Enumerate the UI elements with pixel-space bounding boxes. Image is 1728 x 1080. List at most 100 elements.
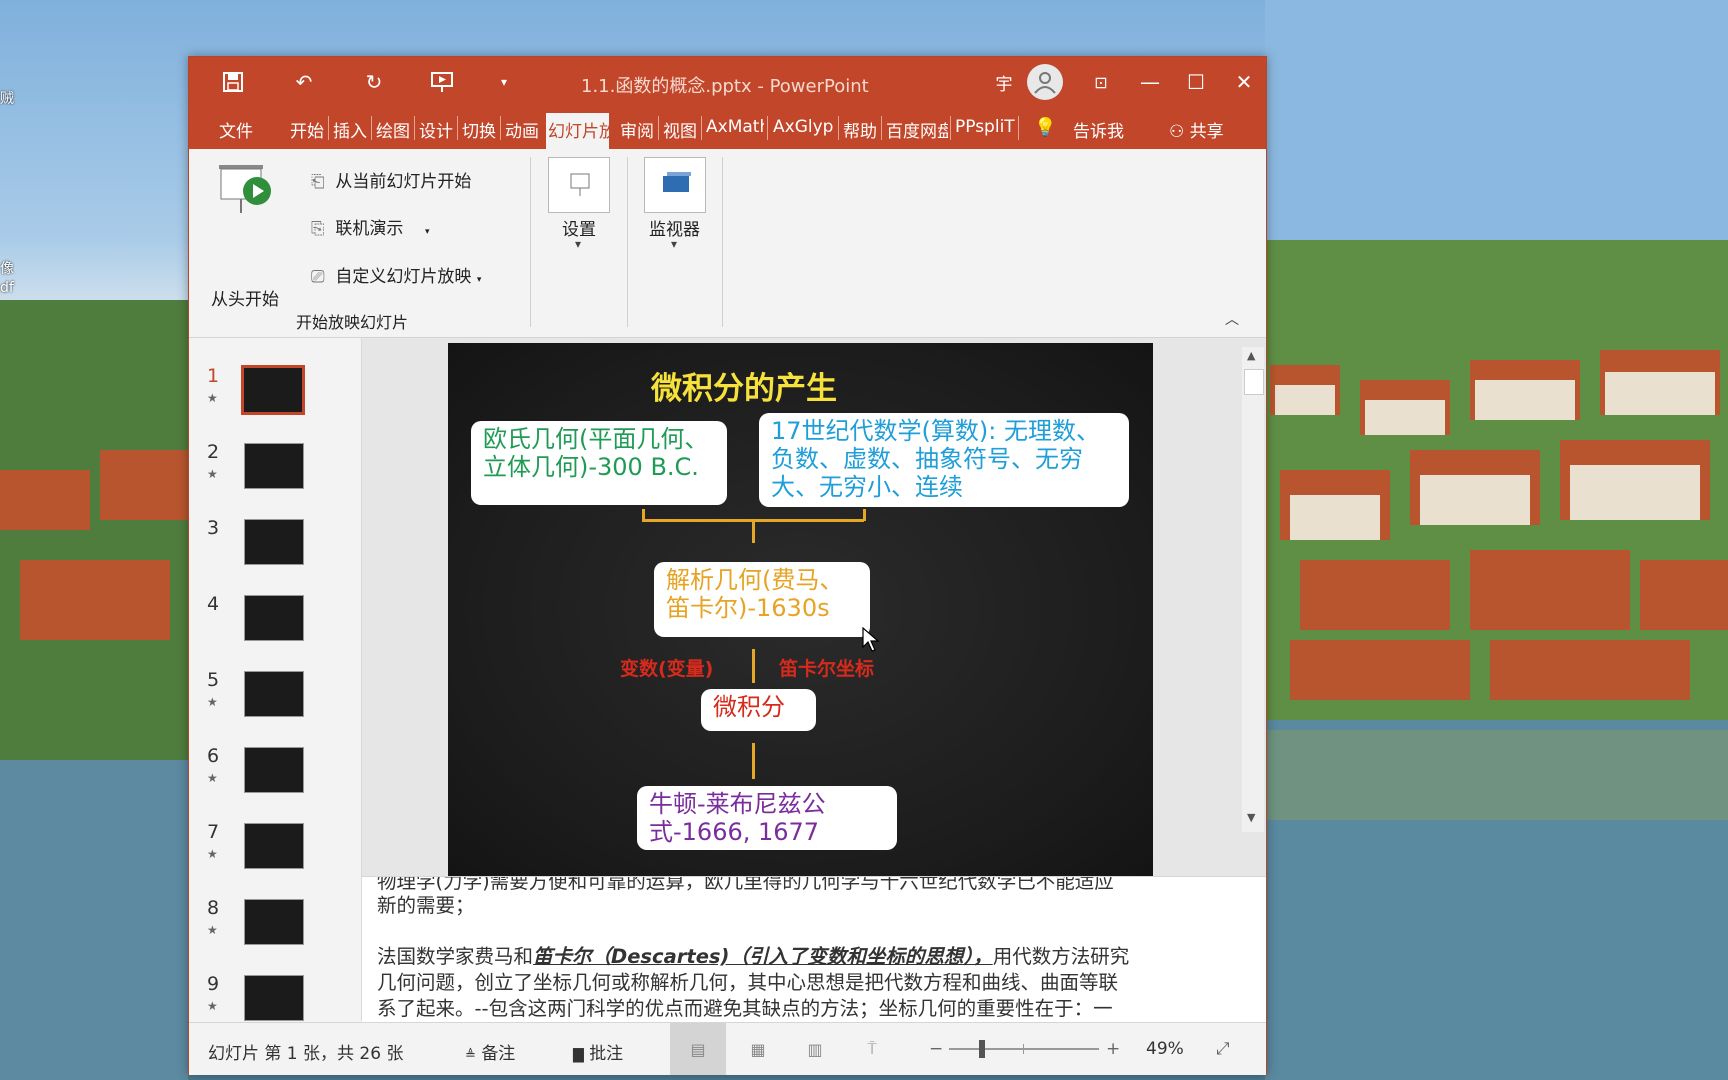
- share-button[interactable]: ⚇ 共享: [1169, 117, 1224, 142]
- zoom-in-icon[interactable]: +: [1106, 1039, 1120, 1059]
- thumbnail-image[interactable]: [244, 443, 304, 489]
- custom-show-icon: ⎚: [311, 267, 325, 287]
- thumbnail-image[interactable]: [241, 365, 305, 415]
- tab-divider: [1018, 116, 1019, 140]
- thumbnail-item[interactable]: 2 ★: [189, 441, 361, 517]
- thumbnail-number: 8: [207, 897, 220, 919]
- notes-pane[interactable]: 物理学(力学)需要方便和可靠的运算，欧几里得的几何学与十六世纪代数学已不能适应 …: [362, 876, 1266, 1022]
- star-icon: ★: [207, 999, 218, 1013]
- analytic-geometry-box: 解析几何(费马、笛卡尔)-1630s: [654, 562, 870, 637]
- tab-review[interactable]: 审阅: [620, 117, 654, 142]
- thumbnail-image[interactable]: [244, 519, 304, 565]
- online-present-button[interactable]: ⎘ 联机演示 ▾: [311, 214, 430, 239]
- setup-button[interactable]: [548, 157, 610, 213]
- thumbnail-image[interactable]: [244, 975, 304, 1021]
- thumbnail-image[interactable]: [244, 747, 304, 793]
- tab-axglyph[interactable]: AxGlyp: [773, 117, 833, 137]
- minimize-icon[interactable]: —: [1135, 67, 1165, 97]
- thumbnail-item[interactable]: 4: [189, 593, 361, 669]
- thumbnail-image[interactable]: [244, 595, 304, 641]
- editor-scrollbar[interactable]: ▲ ▼: [1242, 347, 1264, 832]
- tab-draw[interactable]: 绘图: [376, 117, 410, 142]
- thumbnail-item[interactable]: 8 ★: [189, 897, 361, 973]
- scroll-down-icon[interactable]: ▼: [1247, 811, 1255, 824]
- thumbnail-item[interactable]: 3: [189, 517, 361, 593]
- notes-icon: ≜: [465, 1048, 476, 1063]
- tab-baidu[interactable]: 百度网盘: [886, 117, 948, 142]
- tab-divider: [658, 116, 659, 140]
- title-bar: ↶ ↻ ▾ 1.1.函数的概念.pptx - PowerPoint 宇 ⊡ — …: [189, 57, 1266, 107]
- tab-divider: [701, 116, 702, 140]
- tab-help[interactable]: 帮助: [843, 117, 877, 142]
- comments-button[interactable]: ▇ 批注: [573, 1039, 623, 1064]
- tab-design[interactable]: 设计: [419, 117, 453, 142]
- online-label: 联机演示: [335, 219, 404, 239]
- scroll-thumb[interactable]: [1244, 369, 1264, 395]
- thumbnail-image[interactable]: [244, 823, 304, 869]
- setup-icon: [570, 173, 590, 196]
- present-icon[interactable]: [427, 67, 457, 97]
- customize-qat-icon[interactable]: ▾: [489, 67, 519, 97]
- thumbnail-image[interactable]: [244, 899, 304, 945]
- notes-line: 系了起来。--包含这两门科学的优点而避免其缺点的方法；坐标几何的重要性在于：一: [377, 997, 1113, 1020]
- zoom-level[interactable]: 49%: [1146, 1039, 1184, 1059]
- zoom-slider-thumb[interactable]: [979, 1040, 985, 1058]
- avatar-icon[interactable]: [1027, 64, 1063, 100]
- maximize-icon[interactable]: ☐: [1181, 67, 1211, 97]
- slide-sorter-button[interactable]: ▦: [730, 1023, 786, 1075]
- scroll-up-icon[interactable]: ▲: [1247, 349, 1255, 362]
- tab-insert[interactable]: 插入: [333, 117, 367, 142]
- zoom-slider[interactable]: [949, 1040, 1099, 1058]
- notes-text: 法国数学家费马和: [377, 945, 534, 968]
- notes-text: 用代数方法研究: [992, 945, 1130, 968]
- thumbnail-item[interactable]: 7 ★: [189, 821, 361, 897]
- from-beginning-button[interactable]: [213, 161, 283, 241]
- tab-view[interactable]: 视图: [663, 117, 697, 142]
- thumbnail-image[interactable]: [244, 671, 304, 717]
- calculus-box: 微积分: [701, 689, 816, 731]
- zoom-out-icon[interactable]: −: [929, 1039, 943, 1059]
- tab-transitions[interactable]: 切换: [462, 117, 496, 142]
- monitor-button[interactable]: [644, 157, 706, 213]
- slide-thumbnail-pane: 1 ★ 2 ★ 3 4 5 ★ 6 ★ 7 ★ 8 ★ 9 ★: [189, 338, 362, 1021]
- fit-to-window-icon[interactable]: ⤢: [1216, 1039, 1230, 1059]
- thumbnail-item[interactable]: 6 ★: [189, 745, 361, 821]
- tab-home[interactable]: 开始: [290, 117, 324, 142]
- star-icon: ★: [207, 847, 218, 861]
- tell-me-box[interactable]: 告诉我: [1073, 117, 1124, 142]
- close-icon[interactable]: ✕: [1229, 67, 1259, 97]
- tab-file[interactable]: 文件: [219, 117, 253, 142]
- tab-divider: [414, 116, 415, 140]
- ribbon-divider: [530, 157, 531, 327]
- collapse-ribbon-icon[interactable]: ︿: [1225, 309, 1239, 329]
- from-current-button[interactable]: ⎗ 从当前幻灯片开始: [311, 167, 471, 192]
- slide-canvas[interactable]: 微积分的产生 欧氏几何(平面几何、立体几何)-300 B.C. 17世纪代数学(…: [448, 343, 1153, 876]
- reading-view-button[interactable]: ▥: [787, 1023, 843, 1075]
- tab-ppsplit[interactable]: PPspliT: [955, 117, 1017, 137]
- tab-axmath[interactable]: AxMath: [706, 117, 764, 137]
- lightbulb-icon[interactable]: 💡: [1034, 117, 1056, 138]
- from-beginning-label[interactable]: 从头开始: [211, 285, 279, 310]
- custom-show-button[interactable]: ⎚ 自定义幻灯片放映 ▾: [311, 262, 481, 287]
- tab-divider: [500, 116, 501, 140]
- status-bar: 幻灯片 第 1 张，共 26 张 ≜ 备注 ▇ 批注 ▤ ▦ ▥ ⍑ − + 4…: [189, 1022, 1266, 1075]
- notes-button[interactable]: ≜ 备注: [465, 1039, 515, 1064]
- save-icon[interactable]: [218, 67, 248, 97]
- connector-line: [642, 509, 645, 521]
- normal-view-button[interactable]: ▤: [670, 1023, 726, 1075]
- thumbnail-number: 1: [207, 365, 220, 387]
- thumbnail-item[interactable]: 9 ★: [189, 973, 361, 1021]
- slide-counter: 幻灯片 第 1 张，共 26 张: [208, 1044, 404, 1064]
- ribbon-display-icon[interactable]: ⊡: [1086, 67, 1116, 97]
- thumbnail-item[interactable]: 1 ★: [189, 365, 361, 441]
- user-name: 宇: [995, 74, 1013, 95]
- undo-icon[interactable]: ↶: [289, 67, 319, 97]
- redo-icon[interactable]: ↻: [359, 67, 389, 97]
- star-icon: ★: [207, 695, 218, 709]
- slideshow-view-button[interactable]: ⍑: [844, 1023, 900, 1075]
- thumbnail-item[interactable]: 5 ★: [189, 669, 361, 745]
- tab-animations[interactable]: 动画: [505, 117, 539, 142]
- zoom-tick: [1023, 1044, 1024, 1054]
- slide-title: 微积分的产生: [651, 371, 837, 407]
- tab-slideshow[interactable]: 幻灯片放: [546, 113, 609, 149]
